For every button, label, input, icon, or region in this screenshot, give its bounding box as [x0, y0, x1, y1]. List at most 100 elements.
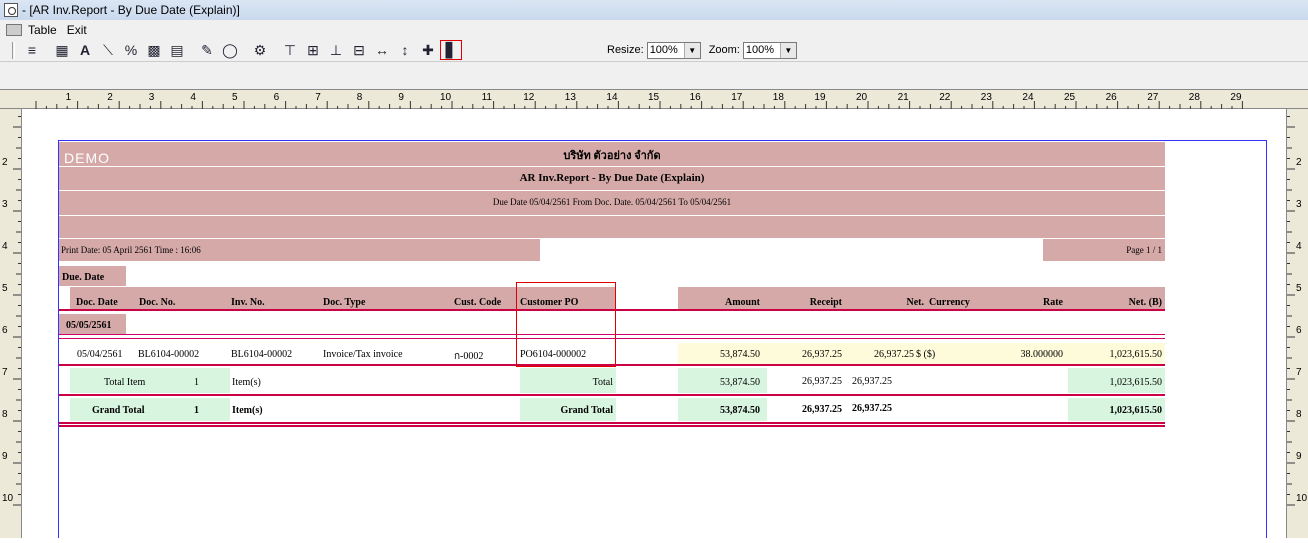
toolbar-grip[interactable]	[12, 41, 15, 59]
window-title: - [AR Inv.Report - By Due Date (Explain)…	[22, 3, 240, 17]
col-doc-date: Doc. Date	[76, 297, 118, 308]
vertical-ruler-left[interactable]: 2 3 4 5 6 7 8 9 10	[0, 109, 22, 538]
same-height-icon[interactable]: ↕	[394, 40, 416, 60]
group-label: Due. Date	[62, 272, 105, 283]
row-doc-no: BL6104-00002	[138, 349, 200, 360]
report-subtitle: Due Date 05/04/2561 From Doc. Date. 05/0…	[492, 197, 732, 207]
align-top-icon[interactable]: ⊤	[279, 40, 301, 60]
col-net-b: Net. (B)	[1128, 297, 1162, 308]
ruler-label: 14	[606, 92, 618, 103]
eraser-icon[interactable]: ◯	[219, 40, 241, 60]
ruler-label: 19	[814, 92, 826, 103]
ruler-label: 7	[315, 92, 321, 103]
customer-po-highlight	[516, 282, 616, 367]
ruler-label: 27	[1147, 92, 1159, 103]
ruler-label: 4	[1296, 241, 1302, 252]
ruler-label: 9	[2, 451, 8, 462]
zoom-select[interactable]: 100% ▼	[742, 41, 797, 59]
header-band-blank	[59, 216, 1165, 238]
grand-total-label: Grand Total	[92, 405, 145, 416]
ruler-label: 29	[1230, 92, 1242, 103]
ruler-label: 3	[2, 199, 8, 210]
toolbar-separator	[272, 40, 278, 60]
row-currency: $ ($)	[916, 349, 936, 360]
row-doc-date: 05/04/2561	[77, 349, 123, 360]
ruler-label: 5	[2, 283, 8, 294]
title-bar: - [AR Inv.Report - By Due Date (Explain)…	[0, 0, 1308, 20]
ruler-label: 5	[232, 92, 238, 103]
total-title: Total	[592, 377, 613, 388]
same-width-icon[interactable]: ↔	[371, 40, 393, 60]
line-icon[interactable]: ⟍	[97, 40, 119, 60]
ruler-label: 8	[2, 409, 8, 420]
grand-total-net-b: 1,023,615.50	[1109, 405, 1163, 416]
row-net-b: 1,023,615.50	[1109, 349, 1163, 360]
ruler-label: 2	[107, 92, 113, 103]
total-divider	[59, 394, 1165, 396]
row-net: 26,937.25	[874, 349, 914, 360]
resize-value: 100%	[649, 44, 678, 56]
row-rate: 38.000000	[1020, 349, 1064, 360]
group-value: 05/05/2561	[66, 320, 112, 331]
ruler-label: 11	[481, 92, 492, 103]
ruler-label: 21	[897, 92, 909, 103]
ruler-label: 3	[1296, 199, 1302, 210]
group-icon[interactable]: ▩	[143, 40, 165, 60]
ruler-label: 15	[648, 92, 660, 103]
ruler-label: 12	[523, 92, 535, 103]
window-menu-icon[interactable]	[6, 23, 22, 36]
toolbar: ≡ ▦ A ⟍ % ▩ ▤ ✎ ◯ ⚙ ⊤ ⊞ ⊥ ⊟ ↔ ↕ ✚ ▋ Resi…	[0, 39, 1308, 62]
grand-total-title: Grand Total	[560, 405, 613, 416]
ruler-label: 20	[856, 92, 868, 103]
chevron-down-icon[interactable]: ▼	[779, 42, 796, 58]
exit-door-icon[interactable]: ▋	[440, 40, 462, 60]
ruler-label: 10	[2, 493, 14, 504]
col-net: Net.	[906, 297, 925, 308]
grand-total-receipt: 26,937.25	[802, 404, 842, 415]
distribute-icon[interactable]: ⊟	[348, 40, 370, 60]
ruler-label: 3	[148, 92, 155, 103]
ruler-label: 18	[772, 92, 784, 103]
vertical-ruler-right[interactable]: 2 3 4 5 6 7 8 9 10	[1286, 109, 1308, 538]
ruler-label: 4	[190, 92, 196, 103]
total-label: Total Item	[104, 377, 146, 388]
ruler-label: 7	[2, 367, 8, 378]
col-currency: Currency	[929, 297, 970, 308]
col-cust-code: Cust. Code	[454, 297, 502, 308]
print-preview-icon	[4, 3, 18, 17]
row-inv-no: BL6104-00002	[231, 349, 293, 360]
properties-icon[interactable]: ✎	[196, 40, 218, 60]
zoom-value: 100%	[745, 44, 775, 56]
grand-total-count: 1	[194, 405, 199, 416]
settings-icon[interactable]: ⚙	[249, 40, 271, 60]
ruler-label: 17	[731, 92, 743, 103]
align-bottom-icon[interactable]: ⊥	[325, 40, 347, 60]
col-rate: Rate	[1043, 297, 1063, 308]
same-size-icon[interactable]: ✚	[417, 40, 439, 60]
grand-total-net: 26,937.25	[852, 403, 892, 414]
image-icon[interactable]: ▤	[166, 40, 188, 60]
menu-exit[interactable]: Exit	[67, 23, 87, 37]
ruler-label: 13	[564, 92, 576, 103]
resize-label: Resize:	[607, 44, 644, 56]
column-header-band	[70, 287, 516, 309]
ruler-label: 6	[1296, 325, 1302, 336]
formula-icon[interactable]: %	[120, 40, 142, 60]
ruler-label: 28	[1188, 92, 1200, 103]
horizontal-ruler[interactable]: 1 2 3 4 5 6 7 8 9 10 11 12 13 14 15 16 17 18 19 20 21 22 23 24 2…	[0, 89, 1308, 109]
ruler-label: 8	[356, 92, 363, 103]
col-doc-no: Doc. No.	[139, 297, 176, 308]
resize-select[interactable]: 100% ▼	[646, 41, 701, 59]
menu-table[interactable]: Table	[28, 23, 57, 37]
workspace-margin	[0, 62, 1308, 89]
ruler-ticks	[1287, 116, 1295, 506]
menu-bar: Table Exit	[0, 20, 1308, 39]
toolbar-separator	[189, 40, 195, 60]
field-list-icon[interactable]: ≡	[21, 40, 43, 60]
ruler-label: 9	[1296, 451, 1302, 462]
align-middle-icon[interactable]: ⊞	[302, 40, 324, 60]
table-icon[interactable]: ▦	[51, 40, 73, 60]
col-inv-no: Inv. No.	[231, 297, 265, 308]
chevron-down-icon[interactable]: ▼	[683, 42, 700, 58]
text-icon[interactable]: A	[74, 40, 96, 60]
